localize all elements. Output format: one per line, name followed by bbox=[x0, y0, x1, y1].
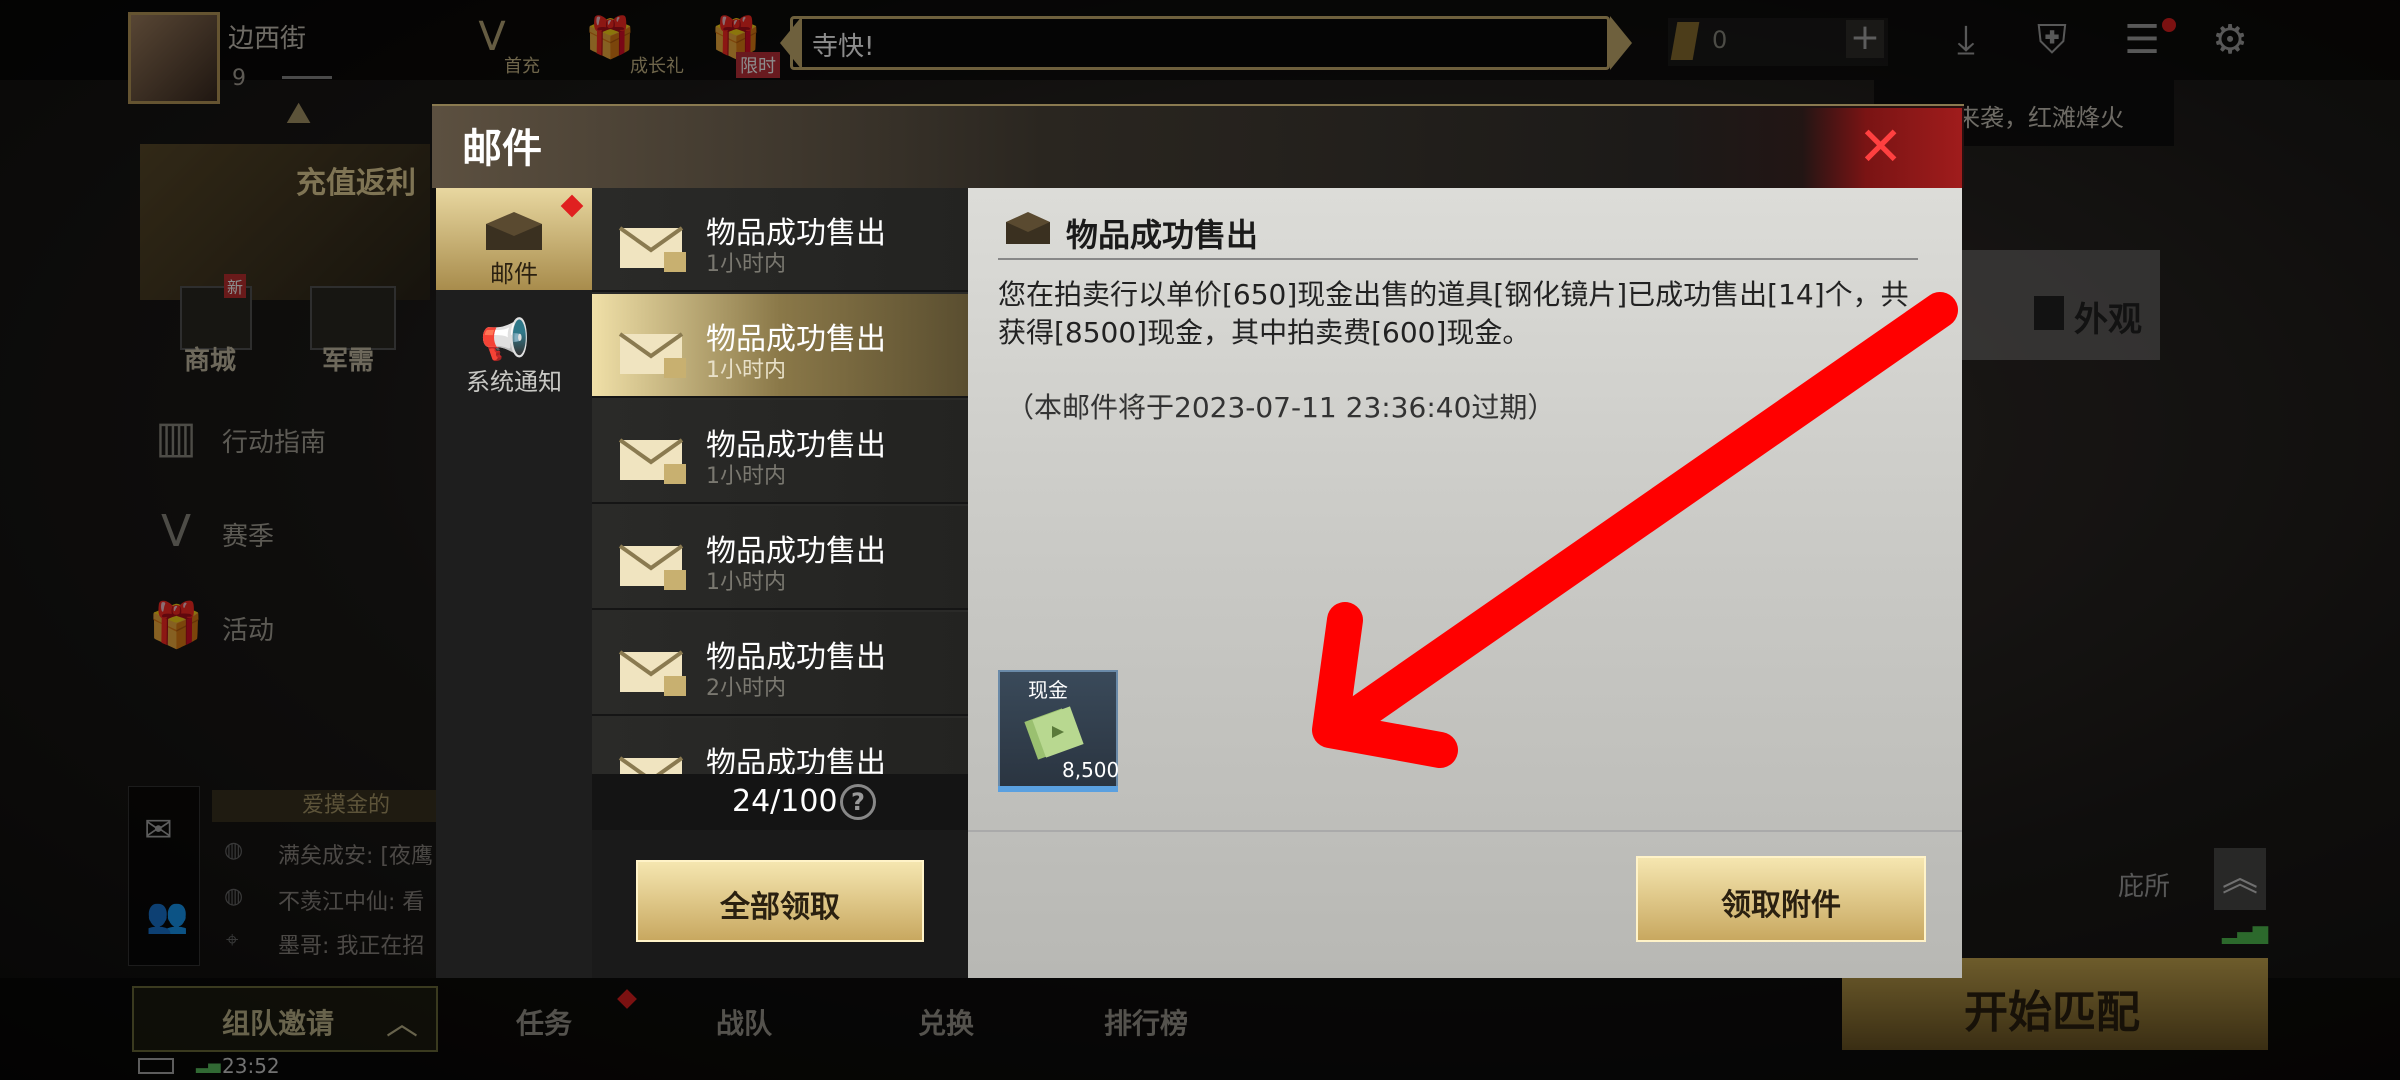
mail-envelope-icon bbox=[618, 540, 686, 590]
list-item[interactable]: 物品成功售出 1小时内 bbox=[592, 188, 968, 292]
claim-attachment-button[interactable]: 领取附件 bbox=[1636, 856, 1926, 942]
mail-category-column bbox=[436, 188, 592, 978]
claim-attachment-label: 领取附件 bbox=[1721, 888, 1841, 923]
mail-time: 2小时内 bbox=[706, 676, 786, 701]
mail-time: 1小时内 bbox=[706, 464, 786, 489]
mail-time: 1小时内 bbox=[706, 570, 786, 595]
list-item-selected[interactable]: 物品成功售出 1小时内 bbox=[592, 294, 968, 398]
envelope-icon bbox=[484, 210, 544, 252]
mail-list[interactable]: 物品成功售出 1小时内 物品成功售出 1小时内 物品成功售出 1小时内 物品成功… bbox=[592, 188, 968, 778]
claim-all-label: 全部领取 bbox=[720, 890, 840, 925]
mail-modal-title: 邮件 bbox=[462, 126, 542, 172]
mail-envelope-icon bbox=[618, 646, 686, 696]
close-icon[interactable]: ✕ bbox=[1858, 120, 1903, 174]
category-mail-label: 邮件 bbox=[490, 260, 538, 288]
mail-envelope-icon bbox=[618, 222, 686, 272]
mail-time: 1小时内 bbox=[706, 252, 786, 277]
detail-footer-divider bbox=[968, 830, 1962, 832]
mail-envelope-icon bbox=[618, 434, 686, 484]
detail-divider bbox=[998, 258, 1918, 260]
list-item[interactable]: 物品成功售出 1小时内 bbox=[592, 506, 968, 610]
list-item[interactable]: 物品成功售出 bbox=[592, 718, 968, 778]
attachment-quantity: 8,500 bbox=[1062, 758, 1120, 782]
attachment-name: 现金 bbox=[1028, 678, 1068, 702]
mail-title: 物品成功售出 bbox=[706, 746, 886, 778]
attachment-rarity-bar bbox=[998, 786, 1118, 792]
red-arrow-annotation-icon bbox=[1300, 290, 1960, 780]
mail-envelope-icon bbox=[618, 328, 686, 378]
megaphone-icon: 📢 bbox=[480, 317, 530, 363]
category-system-notice[interactable]: 系统通知 bbox=[436, 362, 592, 397]
cash-stack-icon bbox=[1024, 704, 1088, 760]
detail-envelope-icon bbox=[1004, 210, 1052, 246]
claim-all-button[interactable]: 全部领取 bbox=[636, 860, 924, 942]
mail-modal-header bbox=[432, 104, 1964, 188]
mail-count: 24/100 bbox=[732, 784, 838, 819]
list-item[interactable]: 物品成功售出 1小时内 bbox=[592, 400, 968, 504]
help-icon[interactable]: ? bbox=[840, 784, 876, 820]
detail-title: 物品成功售出 bbox=[1066, 216, 1259, 254]
mail-time: 1小时内 bbox=[706, 358, 786, 383]
list-item[interactable]: 物品成功售出 2小时内 bbox=[592, 612, 968, 716]
